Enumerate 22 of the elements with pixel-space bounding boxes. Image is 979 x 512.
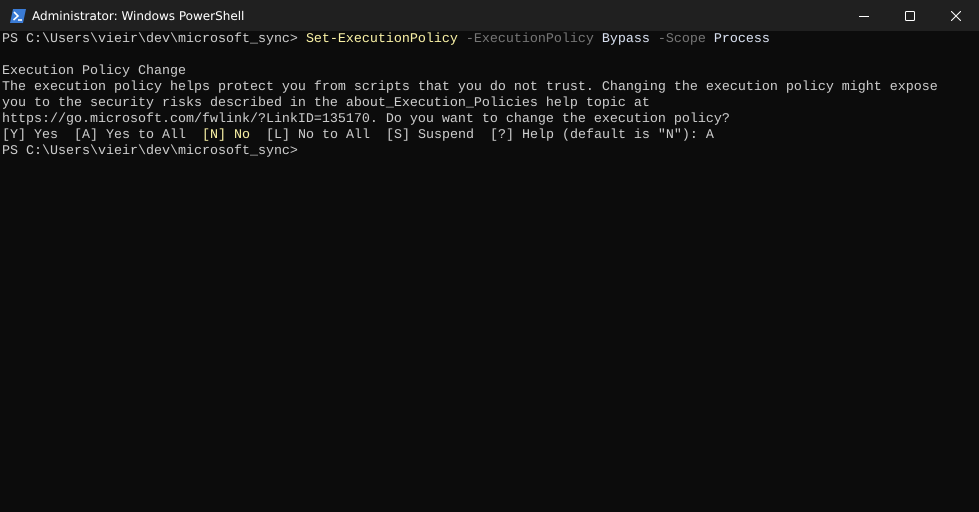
output-text: The execution policy helps protect you from scripts that you do not trust. Changing the execution policy might expose [2, 80, 938, 96]
choice-option: [A] Yes to All [74, 128, 186, 144]
choice-option: [S] Suspend [386, 128, 474, 144]
parameter-value: Process [714, 32, 770, 48]
prompt-text: PS C:\Users\vieir\dev\microsoft_sync> [2, 144, 298, 160]
prompt-answer: (default is "N"): A [562, 128, 714, 144]
powershell-icon [10, 8, 26, 22]
output-text: you to the security risks described in the about_Execution_Policies help topic at [2, 96, 650, 112]
output-text: Execution Policy Change [2, 64, 186, 80]
command-name: Set-ExecutionPolicy [306, 32, 458, 48]
output-text: https://go.microsoft.com/fwlink/?LinkID=135170. Do you want to change the execution policy? [2, 112, 730, 128]
parameter-name: -Scope [658, 32, 706, 48]
choice-option: [L] No to All [266, 128, 370, 144]
window-title: Administrator: Windows PowerShell [32, 8, 244, 22]
choice-option: [N] No [202, 128, 250, 144]
maximize-icon [905, 10, 915, 20]
parameter-value: Bypass [602, 32, 650, 48]
prompt-text: PS C:\Users\vieir\dev\microsoft_sync> [2, 32, 298, 48]
choice-option: [Y] Yes [2, 128, 58, 144]
choice-option: [?] Help [490, 128, 554, 144]
close-icon [951, 10, 961, 20]
parameter-name: -ExecutionPolicy [466, 32, 594, 48]
